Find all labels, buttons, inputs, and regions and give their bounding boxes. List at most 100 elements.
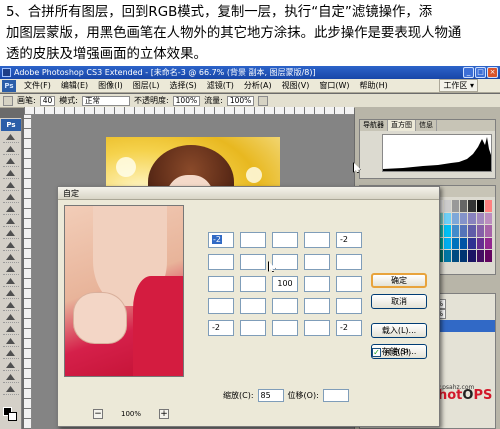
menu-help[interactable]: 帮助(H): [355, 80, 393, 91]
swatch-10[interactable]: [460, 200, 468, 212]
workspace-menu[interactable]: 工作区 ▾: [439, 79, 478, 92]
swatch-9[interactable]: [451, 200, 460, 212]
minimize-button[interactable]: _: [463, 67, 474, 78]
swatch-52[interactable]: [460, 237, 468, 250]
eyedropper-tool-icon[interactable]: [3, 361, 19, 371]
swatch-13[interactable]: [484, 200, 492, 212]
tab-info[interactable]: 信息: [416, 120, 437, 131]
brush-tool-icon[interactable]: [3, 95, 13, 106]
brush-size-picker[interactable]: 40: [39, 95, 56, 106]
swatch-12[interactable]: [476, 200, 484, 212]
mode-select[interactable]: 正常: [81, 95, 130, 106]
matrix-cell-2-1[interactable]: [240, 276, 266, 292]
healing-brush-tool-icon[interactable]: [3, 205, 19, 215]
menu-view[interactable]: 视图(V): [277, 80, 315, 91]
marquee-tool-icon[interactable]: [3, 145, 19, 155]
matrix-cell-3-3[interactable]: [304, 298, 330, 314]
menu-analysis[interactable]: 分析(A): [239, 80, 277, 91]
clone-stamp-tool-icon[interactable]: [3, 229, 19, 239]
matrix-cell-1-2[interactable]: [272, 254, 298, 270]
offset-field[interactable]: [322, 389, 349, 402]
zoom-out-button[interactable]: −: [93, 409, 103, 419]
swatch-41[interactable]: [484, 225, 492, 237]
zoom-in-button[interactable]: +: [159, 409, 170, 419]
dodge-tool-icon[interactable]: [3, 289, 19, 299]
gradient-tool-icon[interactable]: [3, 265, 19, 275]
tab-navigator[interactable]: 导航器: [360, 120, 388, 131]
swatch-64[interactable]: [443, 250, 451, 262]
menu-select[interactable]: 选择(S): [164, 80, 201, 91]
matrix-cell-1-1[interactable]: [240, 254, 266, 270]
swatch-67[interactable]: [468, 250, 476, 262]
menu-edit[interactable]: 编辑(E): [56, 80, 93, 91]
swatch-27[interactable]: [484, 212, 492, 225]
tab-histogram[interactable]: 直方图: [388, 120, 416, 131]
crop-tool-icon[interactable]: [3, 181, 19, 191]
swatch-54[interactable]: [476, 237, 484, 250]
menu-filter[interactable]: 滤镜(T): [202, 80, 239, 91]
brush-tool-icon[interactable]: [3, 217, 19, 227]
menu-file[interactable]: 文件(F): [19, 80, 56, 91]
path-selection-tool-icon[interactable]: [3, 325, 19, 335]
swatch-11[interactable]: [468, 200, 476, 212]
maximize-button[interactable]: □: [475, 67, 486, 78]
matrix-cell-1-3[interactable]: [304, 254, 330, 270]
airbrush-icon[interactable]: [258, 95, 269, 106]
menu-window[interactable]: 窗口(W): [314, 80, 354, 91]
swatch-40[interactable]: [476, 225, 484, 237]
menu-image[interactable]: 图像(I): [93, 80, 128, 91]
matrix-cell-2-4[interactable]: [336, 276, 362, 292]
pen-tool-icon[interactable]: [3, 301, 19, 311]
swatch-22[interactable]: [443, 212, 451, 225]
swatch-51[interactable]: [451, 237, 460, 250]
flow-field[interactable]: 100%: [226, 95, 255, 106]
background-color-swatch[interactable]: [8, 412, 17, 421]
matrix-cell-0-1[interactable]: [240, 232, 266, 248]
swatch-36[interactable]: [443, 225, 451, 237]
swatch-65[interactable]: [451, 250, 460, 262]
swatch-39[interactable]: [468, 225, 476, 237]
menu-layer[interactable]: 图层(L): [128, 80, 165, 91]
matrix-cell-2-0[interactable]: [208, 276, 234, 292]
swatch-26[interactable]: [476, 212, 484, 225]
type-tool-icon[interactable]: [3, 313, 19, 323]
matrix-cell-4-4[interactable]: -2: [336, 320, 362, 336]
matrix-cell-0-4[interactable]: -2: [336, 232, 362, 248]
matrix-cell-2-3[interactable]: [304, 276, 330, 292]
magic-wand-tool-icon[interactable]: [3, 169, 19, 179]
matrix-cell-3-1[interactable]: [240, 298, 266, 314]
matrix-cell-3-2[interactable]: [272, 298, 298, 314]
eraser-tool-icon[interactable]: [3, 253, 19, 263]
matrix-cell-0-2[interactable]: [272, 232, 298, 248]
matrix-cell-3-4[interactable]: [336, 298, 362, 314]
history-brush-tool-icon[interactable]: [3, 241, 19, 251]
slice-tool-icon[interactable]: [3, 193, 19, 203]
matrix-cell-3-0[interactable]: [208, 298, 234, 314]
lasso-tool-icon[interactable]: [3, 157, 19, 167]
ok-button[interactable]: 确定: [371, 273, 427, 288]
swatch-66[interactable]: [460, 250, 468, 262]
swatch-23[interactable]: [451, 212, 460, 225]
swatch-8[interactable]: [443, 200, 451, 212]
load-button[interactable]: 载入(L)...: [371, 323, 427, 338]
matrix-cell-4-3[interactable]: [304, 320, 330, 336]
filter-preview-image[interactable]: [64, 205, 184, 377]
matrix-cell-1-0[interactable]: [208, 254, 234, 270]
blur-tool-icon[interactable]: [3, 277, 19, 287]
matrix-cell-2-2[interactable]: 100: [272, 276, 298, 292]
cancel-button[interactable]: 取消: [371, 294, 427, 309]
swatch-37[interactable]: [451, 225, 460, 237]
matrix-cell-0-3[interactable]: [304, 232, 330, 248]
swatch-69[interactable]: [484, 250, 492, 262]
preview-checkbox[interactable]: ✓: [372, 348, 381, 357]
swatch-68[interactable]: [476, 250, 484, 262]
opacity-field[interactable]: 100%: [172, 95, 201, 106]
matrix-cell-0-0[interactable]: -2: [208, 232, 234, 248]
close-button[interactable]: ×: [487, 67, 498, 78]
move-tool-icon[interactable]: [3, 133, 19, 143]
scale-field[interactable]: 85: [257, 389, 284, 402]
swatch-38[interactable]: [460, 225, 468, 237]
swatch-53[interactable]: [468, 237, 476, 250]
notes-tool-icon[interactable]: [3, 349, 19, 359]
swatch-50[interactable]: [443, 237, 451, 250]
